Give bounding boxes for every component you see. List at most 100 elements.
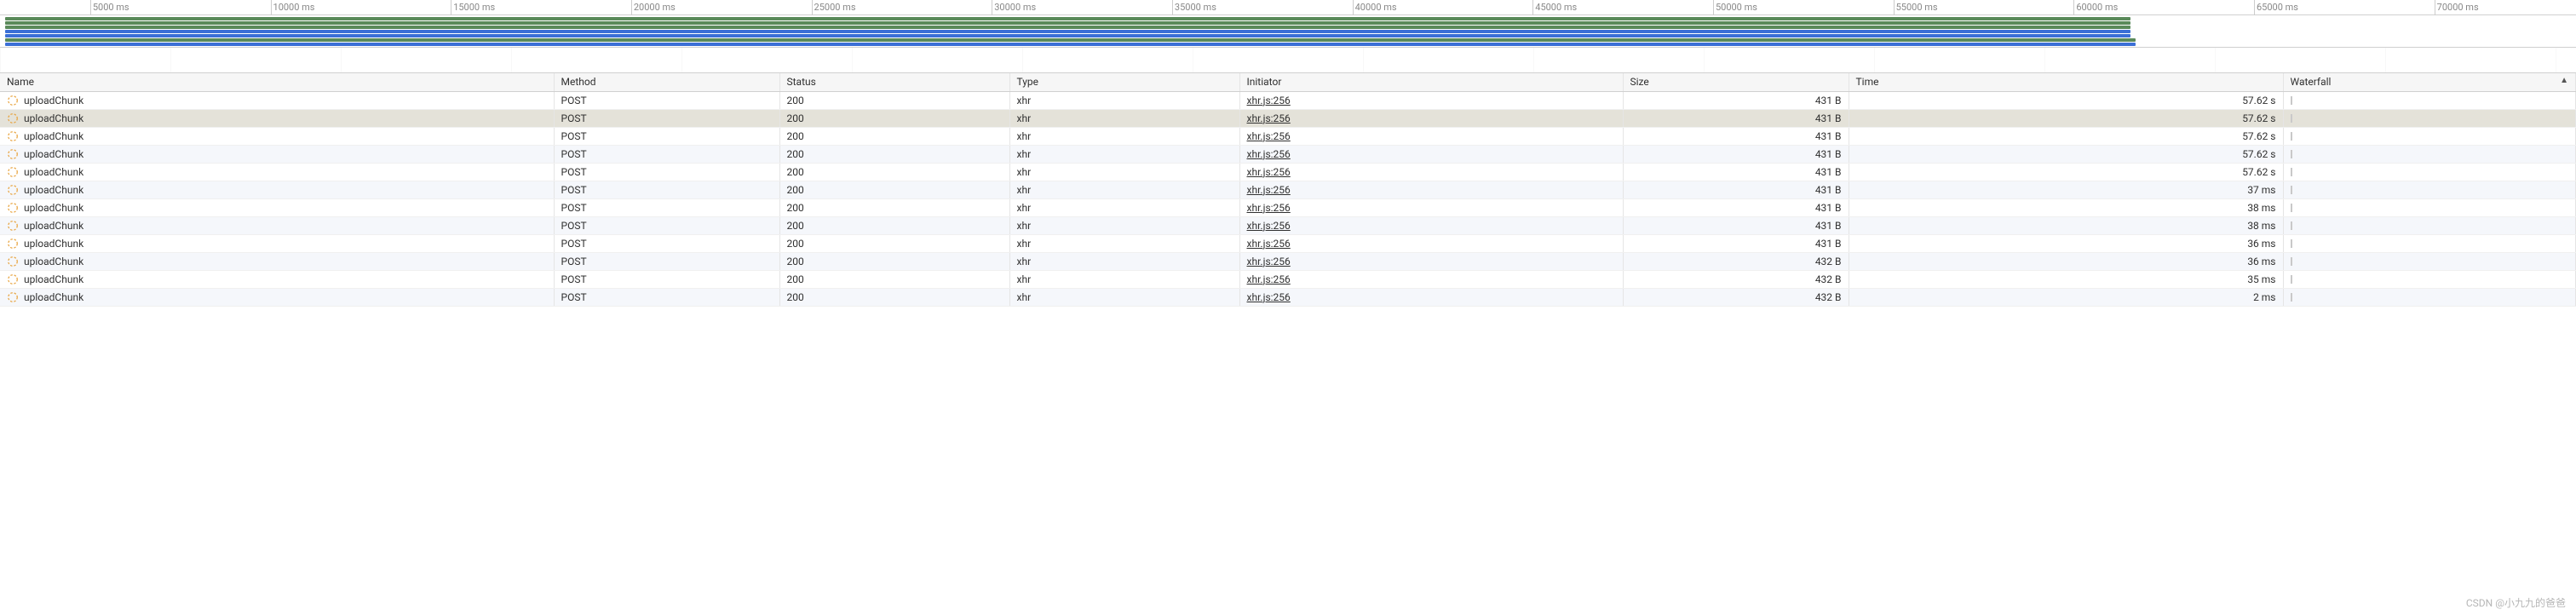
initiator-link[interactable]: xhr.js:256 [1247, 184, 1291, 196]
cell-time: 37 ms [1849, 181, 2283, 198]
cell-size: 431 B [1623, 181, 1849, 198]
cell-type: xhr [1009, 216, 1239, 234]
initiator-link[interactable]: xhr.js:256 [1247, 291, 1291, 303]
xhr-request-icon [7, 95, 19, 106]
cell-waterfall [2283, 234, 2576, 252]
column-header-time[interactable]: Time [1849, 73, 2283, 91]
cell-name[interactable]: uploadChunk [0, 252, 554, 270]
overview-bar [5, 34, 2130, 37]
initiator-link[interactable]: xhr.js:256 [1247, 112, 1291, 124]
table-row[interactable]: uploadChunkPOST200xhrxhr.js:256431 B57.6… [0, 163, 2576, 181]
cell-type: xhr [1009, 109, 1239, 127]
cell-name[interactable]: uploadChunk [0, 145, 554, 163]
column-header-method[interactable]: Method [554, 73, 779, 91]
cell-method: POST [554, 181, 779, 198]
overview-bar [5, 21, 2130, 25]
timeline-tick: 65000 ms [2254, 0, 2298, 15]
waterfall-bar [2291, 204, 2292, 212]
initiator-link[interactable]: xhr.js:256 [1247, 256, 1291, 267]
request-name: uploadChunk [24, 291, 83, 303]
column-header-status[interactable]: Status [779, 73, 1009, 91]
cell-waterfall [2283, 127, 2576, 145]
xhr-request-icon [7, 112, 19, 124]
waterfall-bar [2291, 150, 2292, 158]
timeline-tick-label: 45000 ms [1535, 2, 1577, 13]
timeline-tick: 55000 ms [1894, 0, 1938, 15]
column-header-label: Waterfall [2291, 76, 2332, 88]
initiator-link[interactable]: xhr.js:256 [1247, 130, 1291, 142]
cell-waterfall [2283, 91, 2576, 109]
cell-name[interactable]: uploadChunk [0, 109, 554, 127]
table-row[interactable]: uploadChunkPOST200xhrxhr.js:256432 B35 m… [0, 270, 2576, 288]
column-header-size[interactable]: Size [1623, 73, 1849, 91]
timeline-tick: 35000 ms [1172, 0, 1216, 15]
cell-status: 200 [779, 252, 1009, 270]
table-row[interactable]: uploadChunkPOST200xhrxhr.js:256431 B57.6… [0, 109, 2576, 127]
timeline-ruler[interactable]: 5000 ms10000 ms15000 ms20000 ms25000 ms3… [0, 0, 2576, 15]
cell-waterfall [2283, 109, 2576, 127]
request-name: uploadChunk [24, 256, 83, 267]
cell-initiator: xhr.js:256 [1239, 270, 1623, 288]
cell-time: 38 ms [1849, 198, 2283, 216]
initiator-link[interactable]: xhr.js:256 [1247, 238, 1291, 250]
cell-method: POST [554, 109, 779, 127]
cell-time: 35 ms [1849, 270, 2283, 288]
request-name: uploadChunk [24, 220, 83, 232]
table-row[interactable]: uploadChunkPOST200xhrxhr.js:256432 B2 ms [0, 288, 2576, 306]
cell-waterfall [2283, 288, 2576, 306]
column-header-initiator[interactable]: Initiator [1239, 73, 1623, 91]
cell-waterfall [2283, 145, 2576, 163]
table-row[interactable]: uploadChunkPOST200xhrxhr.js:256431 B36 m… [0, 234, 2576, 252]
initiator-link[interactable]: xhr.js:256 [1247, 202, 1291, 214]
waterfall-bar [2291, 186, 2292, 194]
initiator-link[interactable]: xhr.js:256 [1247, 273, 1291, 285]
cell-size: 431 B [1623, 145, 1849, 163]
cell-time: 57.62 s [1849, 91, 2283, 109]
table-row[interactable]: uploadChunkPOST200xhrxhr.js:256431 B38 m… [0, 216, 2576, 234]
initiator-link[interactable]: xhr.js:256 [1247, 148, 1291, 160]
timeline-tick-label: 60000 ms [2076, 2, 2118, 13]
cell-name[interactable]: uploadChunk [0, 270, 554, 288]
timeline-tick: 15000 ms [451, 0, 495, 15]
cell-name[interactable]: uploadChunk [0, 181, 554, 198]
waterfall-bar [2291, 132, 2292, 141]
initiator-link[interactable]: xhr.js:256 [1247, 166, 1291, 178]
cell-type: xhr [1009, 252, 1239, 270]
request-name: uploadChunk [24, 184, 83, 196]
waterfall-bar [2291, 257, 2292, 266]
overview-strip[interactable] [0, 15, 2576, 48]
cell-name[interactable]: uploadChunk [0, 216, 554, 234]
initiator-link[interactable]: xhr.js:256 [1247, 95, 1291, 106]
column-header-waterfall[interactable]: Waterfall ▲ [2283, 73, 2576, 91]
cell-initiator: xhr.js:256 [1239, 234, 1623, 252]
table-row[interactable]: uploadChunkPOST200xhrxhr.js:256432 B36 m… [0, 252, 2576, 270]
column-header-label: Name [7, 76, 34, 88]
cell-size: 431 B [1623, 127, 1849, 145]
table-row[interactable]: uploadChunkPOST200xhrxhr.js:256431 B57.6… [0, 91, 2576, 109]
timeline-tick-label: 15000 ms [453, 2, 495, 13]
column-header-label: Time [1856, 76, 1879, 88]
cell-time: 57.62 s [1849, 109, 2283, 127]
table-row[interactable]: uploadChunkPOST200xhrxhr.js:256431 B57.6… [0, 145, 2576, 163]
timeline-tick-label: 40000 ms [1355, 2, 1397, 13]
cell-status: 200 [779, 145, 1009, 163]
table-row[interactable]: uploadChunkPOST200xhrxhr.js:256431 B38 m… [0, 198, 2576, 216]
overview-bar [5, 38, 2136, 42]
table-row[interactable]: uploadChunkPOST200xhrxhr.js:256431 B37 m… [0, 181, 2576, 198]
cell-name[interactable]: uploadChunk [0, 91, 554, 109]
cell-name[interactable]: uploadChunk [0, 288, 554, 306]
cell-name[interactable]: uploadChunk [0, 127, 554, 145]
cell-name[interactable]: uploadChunk [0, 198, 554, 216]
cell-time: 57.62 s [1849, 163, 2283, 181]
column-header-type[interactable]: Type [1009, 73, 1239, 91]
table-header-row: Name Method Status Type Initiator Size T… [0, 73, 2576, 91]
timeline-tick: 70000 ms [2435, 0, 2479, 15]
cell-name[interactable]: uploadChunk [0, 234, 554, 252]
cell-method: POST [554, 270, 779, 288]
cell-name[interactable]: uploadChunk [0, 163, 554, 181]
column-header-label: Type [1017, 76, 1039, 88]
column-header-name[interactable]: Name [0, 73, 554, 91]
initiator-link[interactable]: xhr.js:256 [1247, 220, 1291, 232]
cell-initiator: xhr.js:256 [1239, 216, 1623, 234]
table-row[interactable]: uploadChunkPOST200xhrxhr.js:256431 B57.6… [0, 127, 2576, 145]
